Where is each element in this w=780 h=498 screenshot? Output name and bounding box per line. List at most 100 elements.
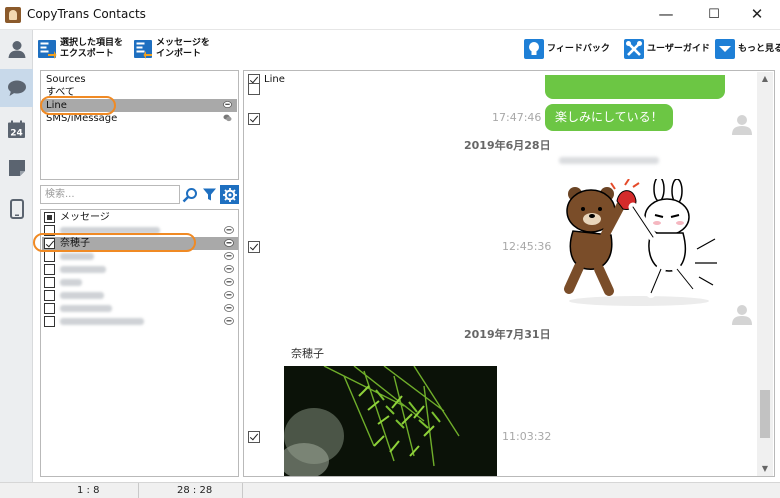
title-bar: CopyTrans Contacts — ☐ ✕ (0, 0, 780, 30)
conversation-scrollbar[interactable]: ▲ ▼ (757, 72, 773, 476)
search-input[interactable] (41, 186, 179, 203)
rail-contacts-button[interactable] (0, 30, 33, 68)
calendar-icon: 24 (8, 120, 25, 138)
message-bubble: 楽しみにしている！ (545, 104, 673, 131)
app-window: CopyTrans Contacts — ☐ ✕ 24 選択した項目を エクスポ… (0, 0, 780, 498)
contact-checkbox[interactable] (44, 264, 55, 275)
status-divider (138, 483, 139, 498)
line-chat-icon (224, 252, 234, 260)
feedback-button-label: フィードバック (547, 43, 610, 54)
sources-list: Sources すべて Line SMS/iMessage (40, 70, 239, 180)
contact-checkbox[interactable] (44, 277, 55, 288)
date-separator: 2019年7月31日 (464, 328, 551, 341)
photo-attachment (284, 366, 497, 476)
conversation-source-label: Line (264, 74, 285, 85)
line-chat-icon (224, 317, 234, 325)
sms-icon (223, 114, 232, 122)
date-separator: 2019年6月28日 (464, 139, 551, 152)
search-icon (182, 187, 197, 202)
line-chat-icon (224, 278, 234, 286)
list-item[interactable] (42, 276, 238, 289)
sender-name: 奈穂子 (291, 347, 324, 360)
sources-header: Sources (46, 74, 86, 85)
avatar-icon (732, 305, 752, 325)
status-total-count: 28 : 28 (177, 485, 213, 496)
feedback-button[interactable]: フィードバック (524, 33, 610, 65)
toolbar: 選択した項目を エクスポート メッセージを インポート フィードバック ユーザー… (33, 30, 780, 68)
chat-bubble-icon (7, 80, 26, 96)
chevron-down-icon (715, 39, 735, 59)
user-guide-button-label: ユーザーガイド (647, 43, 710, 54)
svg-text:24: 24 (10, 128, 23, 138)
lightbulb-icon (524, 39, 544, 59)
conversation-view: Line 17:47:46 楽しみにしている！ 2019年6月28日 12:45… (243, 70, 775, 477)
contact-checkbox[interactable] (44, 251, 55, 262)
select-all-checkbox[interactable] (44, 212, 55, 223)
user-guide-button[interactable]: ユーザーガイド (624, 33, 710, 65)
redacted-contact-name (60, 318, 144, 325)
list-item[interactable] (42, 302, 238, 315)
nav-rail: 24 (0, 30, 33, 482)
message-time: 17:47:46 (492, 111, 542, 124)
scrollbar-thumb[interactable] (760, 390, 770, 438)
app-logo-icon (5, 7, 21, 23)
phone-icon (9, 199, 24, 219)
contact-checkbox[interactable] (44, 303, 55, 314)
message-time: 12:45:36 (502, 240, 552, 253)
contact-highlight-oval (33, 233, 196, 252)
filter-button[interactable] (200, 185, 219, 204)
export-button-label: 選択した項目を エクスポート (60, 38, 124, 59)
list-item[interactable] (42, 315, 238, 328)
scroll-up-arrow-icon[interactable]: ▲ (757, 72, 773, 86)
status-bar: 1 : 8 28 : 28 (0, 482, 780, 498)
redacted-contact-name (60, 253, 94, 260)
rail-messages-button[interactable] (0, 69, 33, 107)
message-time: 11:03:32 (502, 430, 552, 443)
status-divider (242, 483, 243, 498)
message-checkbox[interactable] (248, 431, 260, 443)
message-checkbox[interactable] (248, 241, 260, 253)
minimize-button[interactable]: — (643, 0, 689, 30)
line-chat-icon (224, 239, 234, 247)
message-checkbox[interactable] (248, 83, 260, 95)
redacted-contact-name (60, 292, 104, 299)
maximize-button[interactable]: ☐ (691, 0, 737, 30)
redacted-sender (559, 157, 659, 164)
line-chat-icon (224, 226, 234, 234)
more-button[interactable]: もっと見る (715, 33, 780, 65)
export-selected-button[interactable]: 選択した項目を エクスポート (37, 33, 123, 65)
contacts-header: メッセージ (60, 212, 110, 223)
rail-device-button[interactable] (0, 190, 33, 228)
contact-checkbox[interactable] (44, 290, 55, 301)
rail-calendar-button[interactable]: 24 (0, 110, 33, 148)
message-bubble-partial (545, 75, 725, 99)
rail-notes-button[interactable] (0, 149, 33, 187)
status-selection-count: 1 : 8 (77, 485, 100, 496)
line-chat-icon (224, 304, 234, 312)
line-highlight-oval (40, 96, 116, 115)
export-icon (38, 40, 57, 59)
scroll-down-arrow-icon[interactable]: ▼ (757, 462, 773, 476)
import-messages-button[interactable]: メッセージを インポート (133, 33, 210, 65)
search-field[interactable] (40, 185, 180, 204)
filter-icon (203, 188, 216, 201)
more-button-label: もっと見る (738, 43, 780, 54)
line-chat-icon (223, 101, 232, 109)
person-icon (8, 41, 25, 58)
search-button[interactable] (180, 185, 199, 204)
redacted-contact-name (60, 266, 106, 273)
redacted-contact-name (60, 279, 82, 286)
contact-checkbox[interactable] (44, 316, 55, 327)
close-button[interactable]: ✕ (734, 0, 780, 30)
message-checkbox[interactable] (248, 113, 260, 125)
list-item[interactable] (42, 289, 238, 302)
line-chat-icon (224, 265, 234, 273)
import-button-label: メッセージを インポート (156, 38, 210, 59)
line-chat-icon (224, 291, 234, 299)
note-icon (8, 160, 25, 176)
tools-icon (624, 39, 644, 59)
brown-cony-sticker (564, 179, 717, 306)
list-item[interactable] (42, 263, 238, 276)
settings-button[interactable] (220, 185, 239, 204)
redacted-contact-name (60, 305, 112, 312)
